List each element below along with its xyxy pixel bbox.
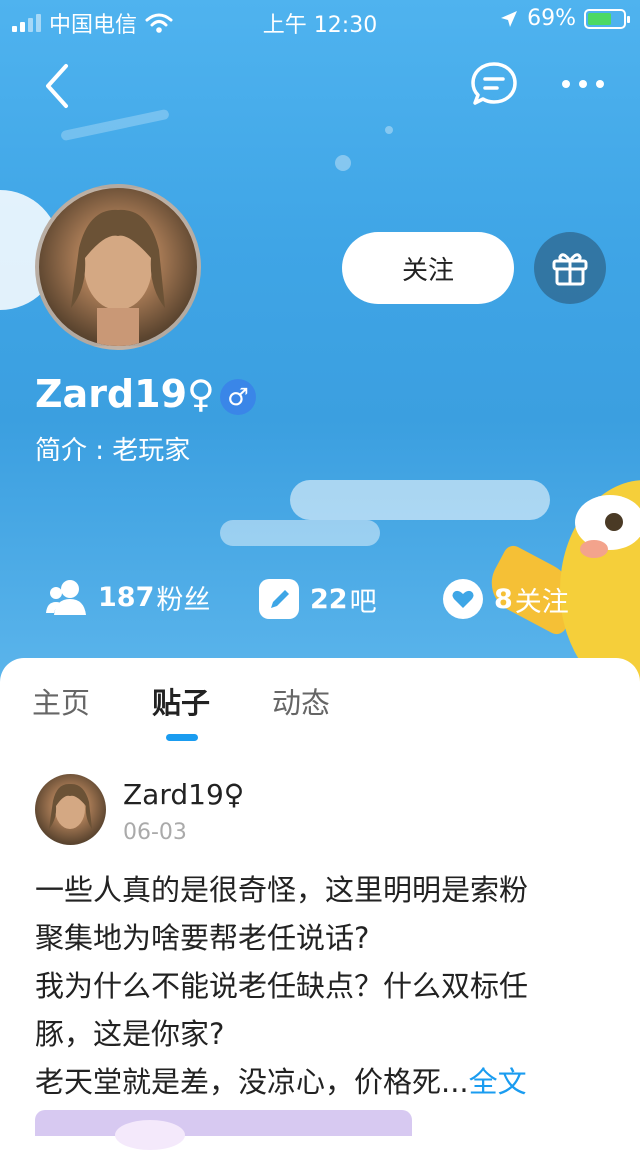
following-count: 8 <box>494 583 513 615</box>
following-stat[interactable]: 8 关注 <box>442 578 569 620</box>
active-tab-indicator <box>166 734 198 741</box>
profile-tabs: 主页 贴子 动态 <box>0 680 640 740</box>
cover-cloud <box>290 480 550 520</box>
status-bar: 中国电信 上午 12:30 69% <box>0 0 640 40</box>
fans-stat[interactable]: 187 粉丝 <box>46 578 210 617</box>
message-button[interactable] <box>470 60 518 108</box>
back-button[interactable] <box>36 58 80 114</box>
profile-username: Zard19♀ <box>35 372 215 416</box>
gift-icon <box>552 253 588 286</box>
post-line: 我为什么不能说老任缺点？什么双标任 <box>35 969 529 1003</box>
avatar-portrait <box>71 209 165 346</box>
fans-label: 粉丝 <box>156 585 211 616</box>
chat-bubble-icon <box>471 62 517 105</box>
cover-cloud <box>220 520 380 546</box>
post-content[interactable]: 一些人真的是很奇怪，这里明明是索粉 聚集地为啥要帮老任说话? 我为什么不能说老任… <box>35 866 610 1106</box>
tab-home[interactable]: 主页 <box>32 680 90 722</box>
profile-bio: 简介 : 老玩家 <box>35 436 191 466</box>
post-author-name[interactable]: Zard19♀ <box>123 778 244 811</box>
tab-activity[interactable]: 动态 <box>272 680 330 722</box>
cover-bubble <box>335 155 351 171</box>
mascot-cheek <box>580 540 608 558</box>
more-options-button[interactable] <box>558 70 608 98</box>
profile-avatar[interactable] <box>35 184 201 350</box>
read-more-link[interactable]: 全文 <box>469 1065 527 1099</box>
tab-posts[interactable]: 贴子 <box>152 680 210 722</box>
profile-stats: 187 粉丝 22 吧 8 关注 <box>0 578 640 624</box>
post-line: 一些人真的是很奇怪，这里明明是索粉 <box>35 873 529 907</box>
pencil-icon <box>259 579 299 619</box>
cover-bubble <box>385 126 393 134</box>
gender-badge: ♂ <box>220 379 256 415</box>
heart-circle-icon <box>443 579 483 619</box>
post-author-avatar[interactable] <box>35 774 106 845</box>
avatar-portrait <box>49 783 92 829</box>
chevron-left-icon <box>46 64 68 108</box>
battery-icon <box>584 8 630 29</box>
post-line: 聚集地为啥要帮老任说话? <box>35 921 370 955</box>
battery-fill <box>588 12 611 25</box>
post-line: 老天堂就是差，没凉心，价格死... <box>35 1065 469 1099</box>
users-icon <box>46 579 86 615</box>
battery-percent: 69% <box>527 6 576 31</box>
location-arrow-icon <box>501 10 518 27</box>
ellipsis-icon <box>562 80 604 88</box>
post-line: 豚，这是你家? <box>35 1017 225 1051</box>
post-line-last: 老天堂就是差，没凉心，价格死...全文 <box>35 1058 610 1106</box>
bars-stat[interactable]: 22 吧 <box>258 578 377 620</box>
follow-button[interactable]: 关注 <box>342 232 514 304</box>
bars-label: 吧 <box>349 586 377 618</box>
following-label: 关注 <box>514 586 569 618</box>
post-date: 06-03 <box>123 820 187 845</box>
gift-button[interactable] <box>534 232 606 304</box>
bars-count: 22 <box>310 583 348 615</box>
post-image-thumbnail[interactable] <box>35 1110 412 1150</box>
fans-count: 187 <box>98 582 155 613</box>
